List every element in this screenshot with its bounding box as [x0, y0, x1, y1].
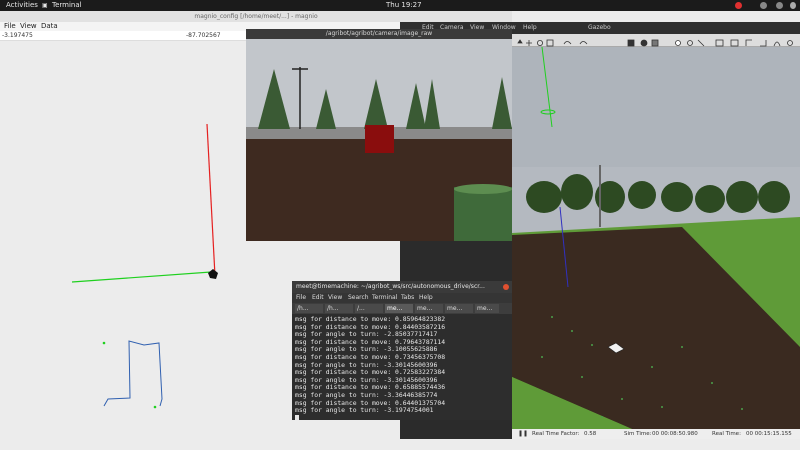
- gazebo-3d-viewport[interactable]: [512, 47, 800, 429]
- terminal-tab[interactable]: /...: [355, 304, 383, 313]
- clock[interactable]: Thu 19:27: [386, 0, 422, 11]
- terminal-app-icon: ▣: [42, 2, 48, 9]
- terminal-tab[interactable]: /h...: [325, 304, 353, 313]
- activities-button[interactable]: Activities: [6, 0, 38, 11]
- translate-icon[interactable]: [526, 40, 532, 46]
- terminal-tab[interactable]: me...: [475, 304, 499, 313]
- record-indicator-icon: [735, 2, 742, 9]
- terminal-title: meet@timemachine: ~/agribot_ws/src/auton…: [296, 283, 485, 290]
- axis-red-line: [206, 123, 216, 277]
- coord-x: -3.197475: [2, 32, 33, 39]
- align-icon[interactable]: [745, 39, 752, 46]
- terminal-tab-bar: /h... /h... /... me... me... me... me...: [292, 303, 512, 314]
- directional-light-icon[interactable]: [697, 39, 705, 47]
- sphere-shape-icon[interactable]: [640, 39, 648, 47]
- term-menu-help[interactable]: Help: [419, 293, 433, 303]
- select-arrow-icon[interactable]: [517, 39, 523, 44]
- redo-icon[interactable]: [579, 41, 588, 45]
- sim-time-label: Sim Time:: [624, 431, 652, 437]
- term-menu-tabs[interactable]: Tabs: [401, 293, 414, 303]
- term-menu-view[interactable]: View: [328, 293, 342, 303]
- term-menu-terminal[interactable]: Terminal: [372, 293, 397, 303]
- terminal-cursor: [295, 414, 299, 420]
- sim-time-value: 00 00:08:50.980: [652, 431, 698, 437]
- cylinder-shape-icon[interactable]: [651, 39, 659, 47]
- camera-image: [246, 39, 512, 241]
- box-shape-icon[interactable]: [627, 39, 635, 47]
- gazebo-status-bar: ❚❚ Real Time Factor: 0.58 Sim Time: 00 0…: [512, 429, 800, 439]
- point-light-icon[interactable]: [675, 40, 681, 46]
- image-window-title: /agribot/agribot/camera/image_raw: [246, 29, 512, 39]
- close-icon[interactable]: [503, 284, 509, 290]
- terminal-line: msg for angle to turn: -3.1974754001: [295, 406, 434, 415]
- menu-file[interactable]: File: [4, 22, 16, 31]
- network-icon[interactable]: [760, 2, 767, 9]
- coord-y: -87.702567: [186, 32, 221, 39]
- undo-icon[interactable]: [563, 41, 572, 45]
- term-menu-edit[interactable]: Edit: [312, 293, 324, 303]
- real-time-label: Real Time:: [712, 431, 741, 437]
- red-target-box: [365, 125, 394, 153]
- green-bale: [454, 187, 512, 241]
- terminal-tab[interactable]: me...: [415, 304, 443, 313]
- term-menu-file[interactable]: File: [296, 293, 306, 303]
- terminal-tab[interactable]: /h...: [295, 304, 323, 313]
- terminal-tab-active[interactable]: me...: [385, 304, 413, 313]
- paste-icon[interactable]: [730, 39, 739, 47]
- volume-icon[interactable]: [776, 2, 783, 9]
- system-top-bar: Activities ▣ Terminal Thu 19:27: [0, 0, 800, 11]
- rotate-icon[interactable]: [536, 40, 543, 46]
- snap-icon[interactable]: [760, 40, 767, 47]
- spot-light-icon[interactable]: [687, 40, 693, 46]
- copy-icon[interactable]: [715, 39, 724, 47]
- power-icon[interactable]: [790, 2, 796, 9]
- app-menu-button[interactable]: Terminal: [52, 0, 82, 11]
- real-time-value: 00 00:15:15.155: [746, 431, 792, 437]
- menu-view[interactable]: View: [20, 22, 37, 31]
- gazebo-title: Gazebo: [588, 24, 611, 31]
- pause-icon[interactable]: ❚❚: [518, 429, 528, 439]
- gazebo-toolbar: [512, 34, 800, 47]
- terminal-title-bar: meet@timemachine: ~/agribot_ws/src/auton…: [292, 281, 512, 293]
- real-time-factor-label: Real Time Factor:: [532, 431, 580, 437]
- joint-icon[interactable]: [773, 41, 781, 47]
- image-view-window: /agribot/agribot/camera/image_raw: [246, 29, 512, 241]
- term-menu-search[interactable]: Search: [348, 293, 369, 303]
- robot-marker-icon: [208, 269, 218, 279]
- real-time-factor-value: 0.58: [584, 431, 597, 437]
- terminal-output[interactable]: msg for distance to move: 0.85964823382 …: [295, 315, 509, 420]
- menu-data[interactable]: Data: [41, 22, 58, 31]
- terminal-window: meet@timemachine: ~/agribot_ws/src/auton…: [292, 281, 512, 420]
- robot-path-trace: [103, 340, 163, 407]
- axis-green-line: [71, 271, 212, 283]
- terminal-tab[interactable]: me...: [445, 304, 473, 313]
- camera-view-icon[interactable]: [787, 40, 793, 46]
- scale-icon[interactable]: [546, 39, 554, 47]
- gazebo-menu-help[interactable]: Help: [523, 22, 537, 34]
- terminal-menu-bar: File Edit View Search Terminal Tabs Help: [292, 293, 512, 303]
